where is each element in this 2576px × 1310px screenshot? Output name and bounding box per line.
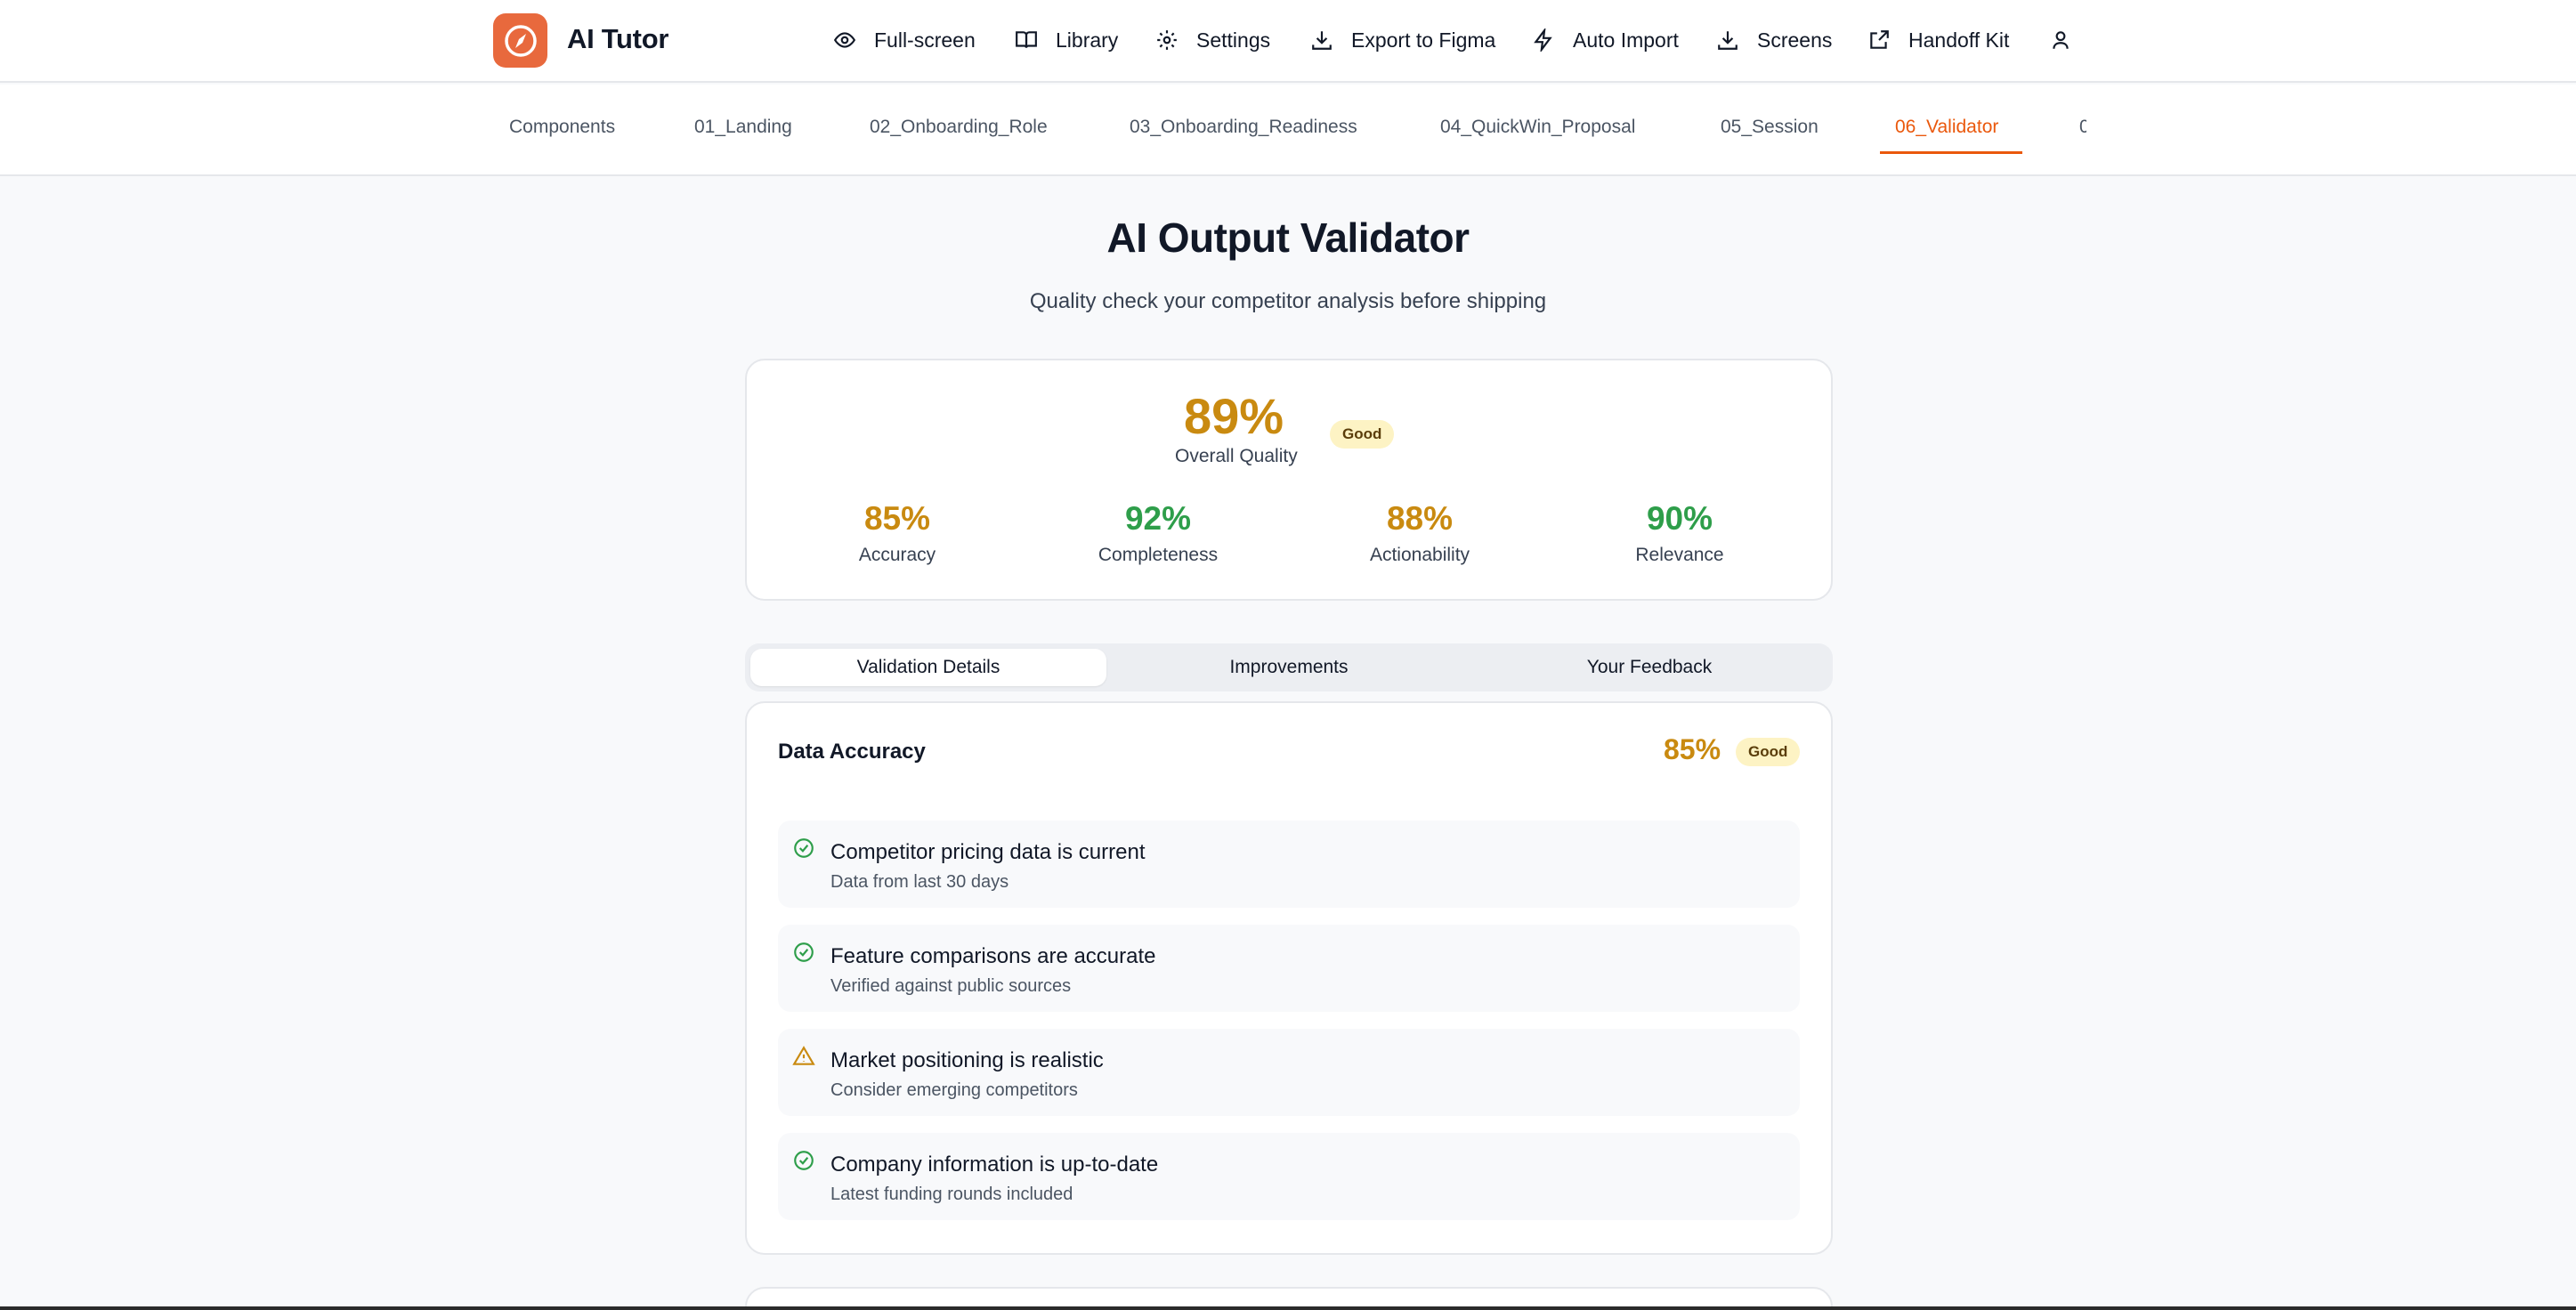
nav-library[interactable]: Library: [1015, 25, 1118, 55]
top-bar: AI Tutor Full-screen Library Settings Ex…: [0, 0, 2576, 83]
check-circle-icon: [794, 838, 814, 858]
tab-improvements[interactable]: Improvements: [1110, 649, 1468, 686]
app-logo[interactable]: [493, 13, 547, 68]
metric-label: Accuracy: [858, 545, 936, 565]
nav-label: Full-screen: [874, 28, 976, 52]
nav-label: Library: [1056, 28, 1119, 52]
item-title: Company information is up-to-date: [830, 1152, 1159, 1177]
gear-icon: [1157, 30, 1177, 50]
page-subtitle: Quality check your competitor analysis b…: [1029, 289, 1547, 313]
tab-components[interactable]: Components: [509, 117, 615, 138]
validator-tabs: Validation Details Improvements Your Fee…: [745, 643, 1833, 691]
nav-label: Auto Import: [1573, 28, 1679, 52]
user-menu-button[interactable]: [2049, 25, 2072, 55]
tab-02-onboarding-role[interactable]: 02_Onboarding_Role: [870, 117, 1048, 138]
overall-quality-value: 89%: [1184, 388, 1284, 444]
item-subtitle: Data from last 30 days: [830, 872, 1009, 892]
metric-value: 90%: [1646, 500, 1713, 537]
metric-accuracy: 85% Accuracy: [782, 500, 1013, 566]
window-bottom-edge: [0, 1306, 2576, 1310]
overall-quality-label: Overall Quality: [1175, 446, 1298, 466]
app-title: AI Tutor: [567, 23, 669, 54]
list-item: Competitor pricing data is current Data …: [778, 821, 1800, 908]
nav-auto-import[interactable]: Auto Import: [1532, 25, 1679, 55]
metric-value: 85%: [863, 500, 931, 537]
metric-label: Actionability: [1369, 545, 1470, 565]
list-item: Company information is up-to-date Latest…: [778, 1133, 1800, 1220]
nav-screens[interactable]: Screens: [1716, 25, 1832, 55]
item-title: Market positioning is realistic: [830, 1048, 1104, 1072]
eye-icon: [833, 32, 856, 48]
section-title: Data Accuracy: [778, 740, 926, 764]
check-circle-icon: [794, 942, 814, 962]
nav-handoff-kit[interactable]: Handoff Kit: [1867, 25, 2009, 55]
nav-label: Screens: [1757, 28, 1833, 52]
item-subtitle: Consider emerging competitors: [830, 1080, 1078, 1100]
file-tab-strip: Components 01_Landing 02_Onboarding_Role…: [0, 85, 2576, 176]
nav-settings[interactable]: Settings: [1155, 25, 1270, 55]
tab-06-validator[interactable]: 06_Validator: [1895, 117, 1998, 138]
nav-export-to-figma[interactable]: Export to Figma: [1310, 25, 1495, 55]
user-icon: [2053, 31, 2069, 49]
tab-03-onboarding-readiness[interactable]: 03_Onboarding_Readiness: [1130, 117, 1357, 138]
metric-completeness: 92% Completeness: [1042, 500, 1274, 566]
item-title: Feature comparisons are accurate: [830, 944, 1156, 968]
metric-actionability: 88% Actionability: [1304, 500, 1535, 566]
list-item: Market positioning is realistic Consider…: [778, 1029, 1800, 1116]
lightning-icon: [1534, 28, 1552, 52]
metric-value: 88%: [1386, 500, 1454, 537]
section-status-badge: Good: [1736, 738, 1801, 766]
metric-value: 92%: [1124, 500, 1192, 537]
tab-validation-details[interactable]: Validation Details: [750, 649, 1106, 686]
metric-label: Relevance: [1635, 545, 1724, 565]
file-tabs: Components 01_Landing 02_Onboarding_Role…: [493, 85, 2086, 174]
tab-04-quickwin-proposal[interactable]: 04_QuickWin_Proposal: [1440, 117, 1635, 138]
download-icon: [1718, 31, 1738, 50]
check-circle-icon: [794, 1151, 814, 1170]
nav-label: Handoff Kit: [1908, 28, 2010, 52]
nav-label: Export to Figma: [1351, 28, 1496, 52]
download-icon: [1312, 31, 1332, 50]
tab-01-landing[interactable]: 01_Landing: [694, 117, 792, 138]
tab-next-truncated[interactable]: 0: [2079, 117, 2086, 138]
item-subtitle: Latest funding rounds included: [830, 1185, 1073, 1204]
page-title: AI Output Validator: [1106, 214, 1470, 261]
book-icon: [1016, 31, 1037, 48]
nav-full-screen[interactable]: Full-screen: [833, 25, 976, 55]
tab-your-feedback[interactable]: Your Feedback: [1471, 649, 1827, 686]
active-tab-indicator: [1880, 151, 2022, 154]
warning-triangle-icon: [792, 1046, 815, 1065]
metric-relevance: 90% Relevance: [1564, 500, 1795, 566]
metric-label: Completeness: [1098, 545, 1219, 565]
item-title: Competitor pricing data is current: [830, 840, 1146, 864]
list-item: Feature comparisons are accurate Verifie…: [778, 925, 1800, 1012]
external-link-icon: [1870, 30, 1889, 49]
compass-icon: [504, 24, 537, 57]
tab-05-session[interactable]: 05_Session: [1721, 117, 1819, 138]
nav-label: Settings: [1196, 28, 1271, 52]
overall-status-badge: Good: [1330, 420, 1395, 449]
section-score: 85%: [1664, 733, 1721, 765]
item-subtitle: Verified against public sources: [830, 976, 1072, 996]
